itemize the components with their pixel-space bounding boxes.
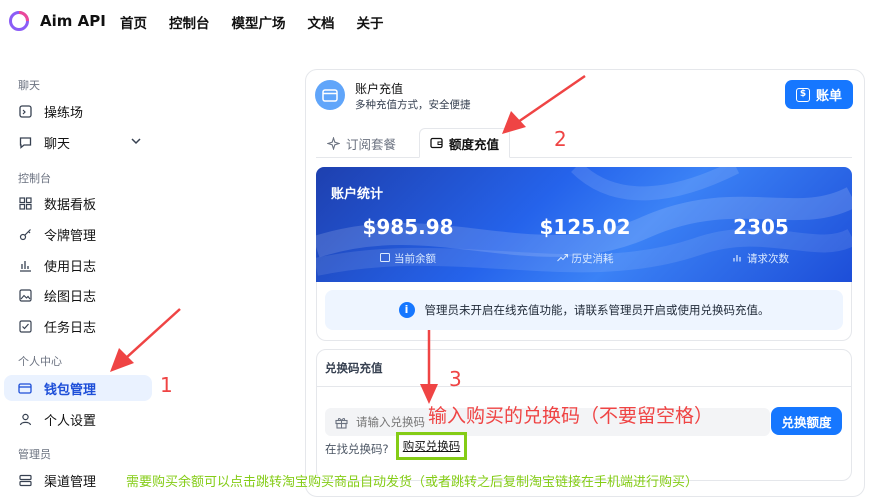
nav-model-plaza[interactable]: 模型广场 [232,12,286,32]
nav-about[interactable]: 关于 [357,12,384,32]
nav-console[interactable]: 控制台 [169,12,210,32]
sidebar-section-console: 控制台 [18,172,51,185]
sparkle-icon [327,136,340,150]
sidebar-item-label: 聊天 [44,136,71,152]
trending-up-icon [556,253,568,265]
sidebar-item-token-management[interactable]: 令牌管理 [4,221,152,247]
brand-name[interactable]: Aim API [40,12,106,30]
annotation-step-1: 1 [160,373,173,397]
bill-button-label: 账单 [815,89,842,104]
stat-label-text: 请求次数 [747,253,789,265]
notice-banner: i 管理员未开启在线充值功能，请联系管理员开启或使用兑换码充值。 [325,290,843,330]
channel-icon [18,473,32,487]
tab-quota-recharge[interactable]: 额度充值 [419,128,511,158]
annotation-input-hint: 输入购买的兑换码（不要留空格） [428,405,714,427]
bar-chart-icon [733,253,743,265]
page-title: 账户充值 [355,82,404,96]
user-icon [18,412,32,426]
info-icon: i [398,302,415,318]
stats-title: 账户统计 [331,187,384,202]
stat-balance-label: 当前余额 [338,251,478,266]
tab-subscription[interactable]: 订阅套餐 [327,128,396,158]
tab-label: 额度充值 [449,136,500,152]
playground-icon [18,104,32,118]
chevron-down-icon[interactable] [130,135,142,147]
buy-code-highlight: 购买兑换码 [396,432,467,460]
sidebar-item-label: 绘图日志 [44,289,97,305]
bar-chart-icon [18,258,32,272]
sidebar-item-dashboard[interactable]: 数据看板 [4,190,152,216]
sidebar-item-drawing-log[interactable]: 绘图日志 [4,282,152,308]
sidebar-item-wallet[interactable]: 钱包管理 [4,375,152,401]
top-navbar: Aim API 首页 控制台 模型广场 文档 关于 [0,0,875,44]
sidebar-section-personal: 个人中心 [18,355,62,368]
annotation-buy-hint: 需要购买余额可以点击跳转淘宝购买商品自动发货（或者跳转之后复制淘宝链接在手机端进… [126,475,699,490]
notice-text: 管理员未开启在线充值功能，请联系管理员开启或使用兑换码充值。 [424,303,770,317]
sidebar-item-label: 个人设置 [44,413,97,429]
redeem-title: 兑换码充值 [325,361,383,375]
arrow-1-head [110,348,134,372]
stat-consumed-label: 历史消耗 [515,251,655,266]
chat-icon [18,135,32,149]
sidebar-section-chat: 聊天 [18,79,40,92]
sidebar-item-playground[interactable]: 操练场 [4,98,152,124]
tabs-divider [316,157,852,158]
nav-home[interactable]: 首页 [120,12,147,32]
main-nav: 首页 控制台 模型广场 文档 关于 [120,12,406,32]
annotation-step-3: 3 [449,367,462,391]
wallet-icon [380,252,390,265]
redeem-button[interactable]: 兑换额度 [771,407,842,435]
redeem-divider [316,386,852,387]
receipt-icon: $ [795,87,810,102]
wallet-icon [18,381,32,395]
gift-icon [335,416,348,429]
credit-card-icon [315,80,345,110]
sidebar-item-label: 钱包管理 [44,382,97,398]
sidebar-item-label: 操练场 [44,105,84,121]
sidebar-item-task-log[interactable]: 任务日志 [4,313,152,339]
buy-code-link[interactable]: 购买兑换码 [403,438,461,454]
nav-docs[interactable]: 文档 [308,12,335,32]
annotation-step-2: 2 [554,127,567,151]
stat-requests-label: 请求次数 [691,251,831,266]
sidebar-item-label: 令牌管理 [44,228,97,244]
sidebar-item-label: 使用日志 [44,259,97,275]
sidebar-item-label: 渠道管理 [44,474,97,490]
sidebar-item-label: 任务日志 [44,320,97,336]
stat-label-text: 历史消耗 [571,253,614,265]
sidebar-section-admin: 管理员 [18,448,51,461]
logo-icon[interactable] [9,11,29,31]
page-subtitle: 多种充值方式，安全便捷 [355,99,471,111]
tab-label: 订阅套餐 [346,136,397,152]
stat-balance-value: $985.98 [362,215,454,239]
checkbox-icon [18,319,32,333]
key-icon [18,227,32,241]
sidebar-item-label: 数据看板 [44,197,97,213]
sidebar-item-usage-log[interactable]: 使用日志 [4,252,152,278]
sidebar-item-chat[interactable]: 聊天 [4,129,152,155]
find-code-text: 在找兑换码? [325,442,389,456]
dashboard-icon [18,196,32,210]
stat-label-text: 当前余额 [394,253,436,265]
stat-consumed-value: $125.02 [539,215,631,239]
stat-requests-value: 2305 [733,215,789,239]
bill-button[interactable]: $ 账单 [785,80,853,109]
sidebar-item-personal-settings[interactable]: 个人设置 [4,406,152,432]
image-icon [18,288,32,302]
wallet-icon [430,137,443,149]
